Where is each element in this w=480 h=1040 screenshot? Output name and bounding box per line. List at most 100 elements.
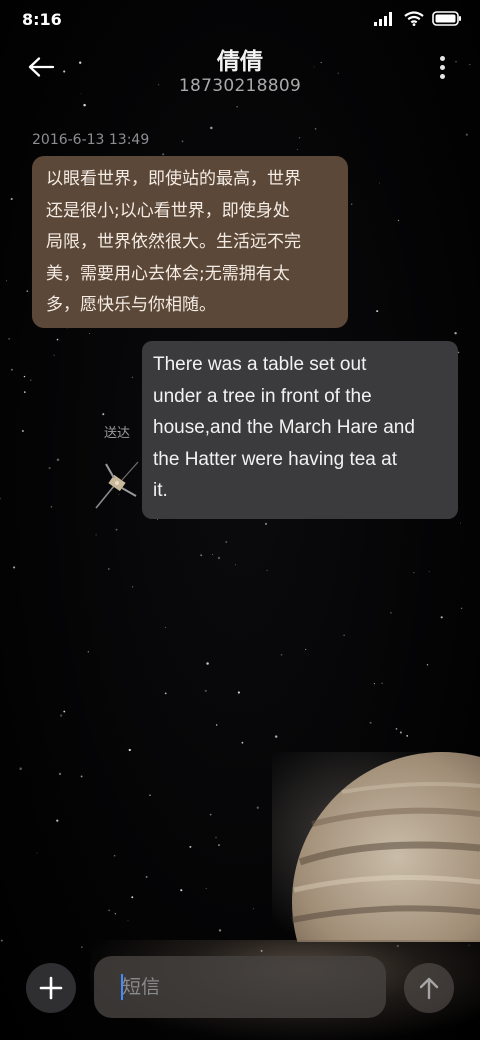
plus-icon [39, 976, 63, 1000]
star [369, 721, 372, 724]
star [56, 819, 59, 822]
star [465, 133, 468, 136]
star [95, 534, 97, 536]
star [114, 913, 117, 915]
star [426, 664, 429, 666]
message-line: 以眼看世界，即使站的最高，世界 [46, 169, 301, 189]
composer-bar [0, 940, 480, 1040]
star [189, 845, 192, 848]
battery-icon [432, 11, 461, 26]
star [266, 569, 268, 571]
star [108, 909, 110, 912]
star [0, 497, 1, 500]
star [13, 566, 16, 569]
star [113, 854, 116, 857]
star [212, 554, 214, 555]
star [36, 852, 38, 854]
star [21, 429, 24, 433]
star [399, 731, 402, 734]
star [53, 354, 55, 356]
message-line: 多，愿快乐与你相随。 [46, 295, 216, 315]
add-attachment-button[interactable] [26, 963, 76, 1013]
star [164, 692, 167, 695]
star [376, 310, 379, 313]
star [206, 662, 209, 665]
message-line: 局限，世界依然很大。生活远不完 [46, 232, 301, 252]
satellite-illustration [95, 461, 139, 509]
star [216, 724, 218, 726]
star [132, 586, 134, 588]
more-vertical-icon [436, 56, 448, 79]
star [395, 728, 398, 730]
star [59, 714, 63, 717]
star [127, 920, 129, 922]
star [87, 651, 89, 653]
status-bar: 8:16 [0, 0, 480, 40]
message-timestamp: 2016-6-13 13:49 [32, 132, 150, 148]
star [131, 376, 134, 379]
star [351, 203, 353, 205]
star [390, 611, 392, 614]
star [10, 368, 13, 371]
star [56, 458, 60, 462]
message-line: it. [153, 480, 168, 501]
star [454, 332, 457, 335]
star [204, 689, 207, 692]
send-button[interactable] [404, 963, 454, 1013]
contact-number: 18730218809 [178, 76, 302, 96]
star [234, 564, 236, 566]
planet-illustration [272, 752, 480, 942]
text-caret [121, 974, 123, 1000]
star [19, 767, 22, 770]
star [56, 338, 59, 341]
star [10, 197, 13, 201]
star [165, 626, 167, 628]
star [5, 280, 8, 282]
star [314, 128, 317, 130]
star [30, 379, 32, 381]
star [218, 929, 222, 932]
star [80, 775, 83, 778]
message-line: house,and the March Hare and [153, 417, 415, 438]
star [460, 522, 462, 524]
star [305, 648, 307, 650]
message-line: the Hatter were having tea at [153, 448, 397, 470]
star [225, 540, 228, 544]
star [397, 219, 400, 222]
star [256, 806, 259, 809]
star [145, 875, 148, 878]
star [218, 844, 220, 847]
signal-icon [374, 11, 392, 26]
star [253, 908, 254, 910]
message-line: 还是很小;以心看世界，即使身处 [46, 200, 290, 221]
star [241, 741, 244, 744]
star [200, 554, 203, 557]
messages-screen: 8:16 倩倩 18730218809 2016-6-13 13:49 以眼看世… [0, 0, 480, 1040]
star [298, 136, 301, 139]
conversation-header: 倩倩 18730218809 [0, 40, 480, 110]
star [460, 607, 463, 609]
star [381, 682, 383, 684]
star [373, 683, 375, 685]
outgoing-message-bubble[interactable]: There was a table set out under a tree i… [142, 341, 458, 519]
star [440, 616, 443, 619]
star [102, 413, 105, 416]
star [237, 691, 241, 694]
status-icons [374, 11, 462, 26]
more-options-button[interactable] [436, 56, 448, 86]
message-line: There was a table set out [153, 354, 367, 375]
star [131, 896, 134, 899]
star [26, 290, 29, 292]
star [264, 522, 268, 525]
star [428, 571, 430, 573]
star [378, 182, 381, 184]
star [88, 333, 90, 335]
star [217, 556, 221, 560]
incoming-message-bubble[interactable]: 以眼看世界，即使站的最高，世界 还是很小;以心看世界，即使身处 局限，世界依然很… [32, 156, 348, 328]
star [50, 506, 53, 508]
wifi-icon [404, 11, 424, 26]
star [280, 653, 283, 656]
message-input[interactable] [94, 956, 386, 1018]
star [107, 568, 110, 570]
star [343, 634, 345, 636]
